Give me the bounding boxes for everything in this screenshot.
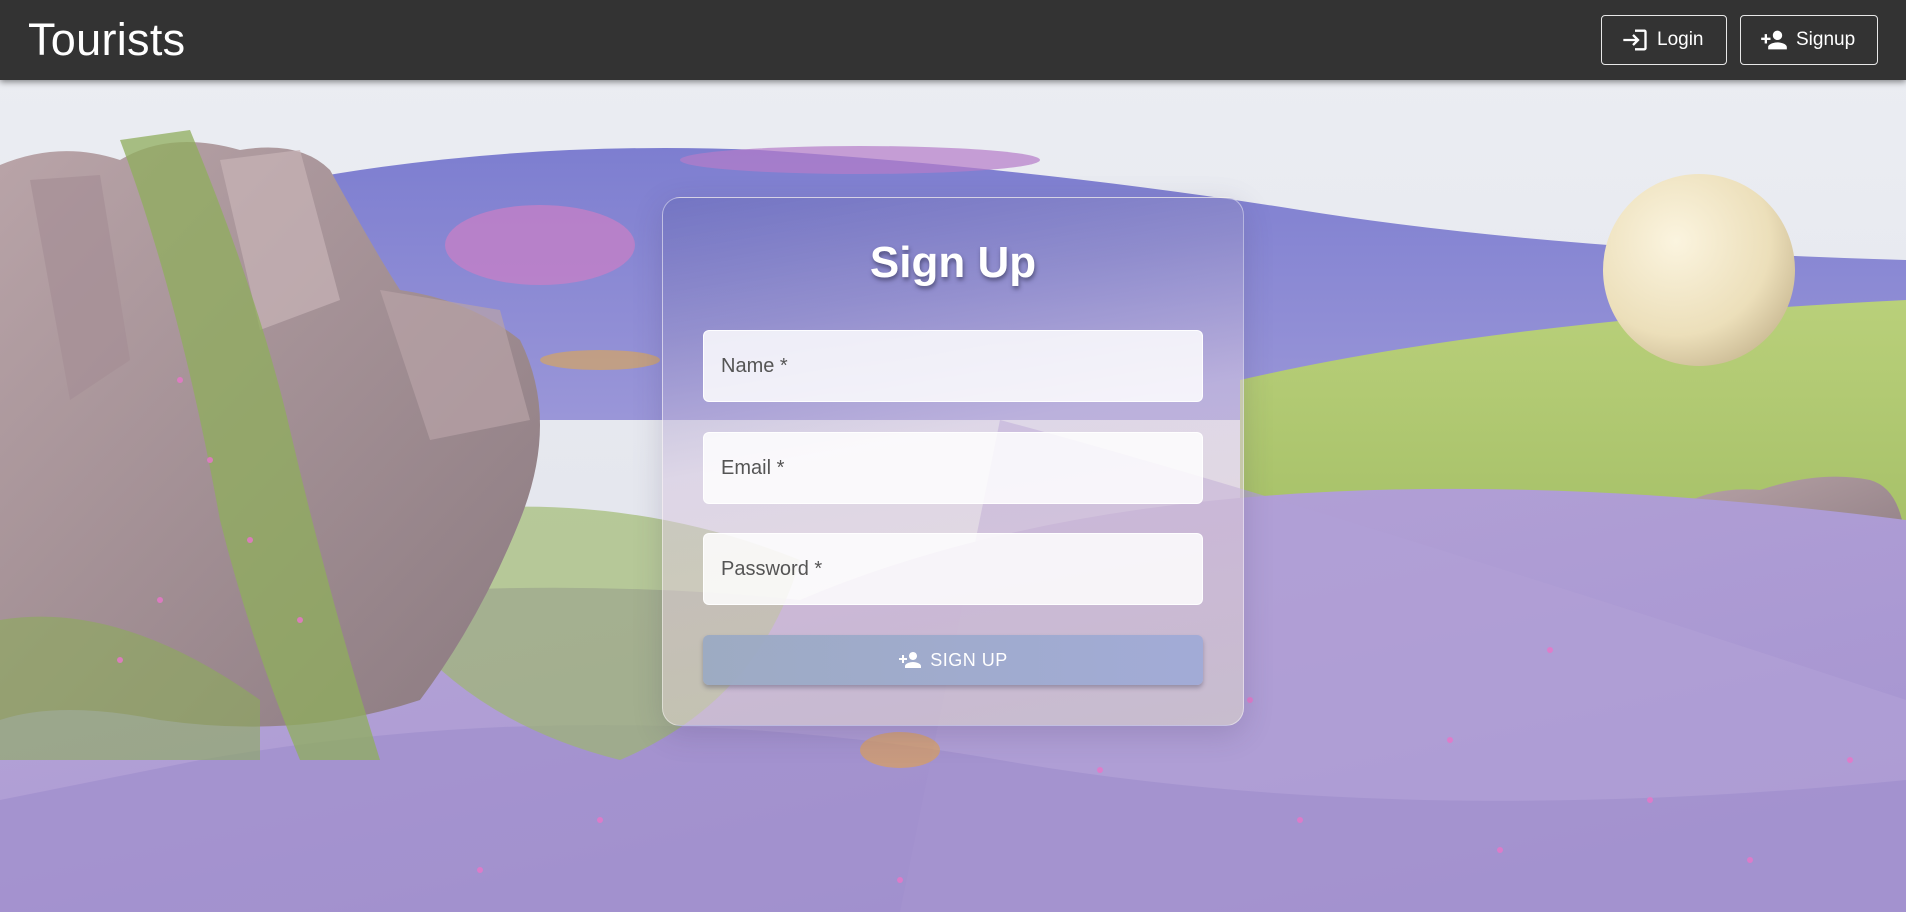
app-title: Tourists [28,14,186,65]
sign-up-submit-label: SIGN UP [930,649,1008,670]
person-add-icon [1761,30,1787,50]
signup-label: Signup [1796,29,1856,50]
email-field-label: Email * [721,456,785,479]
signup-form-card: Sign Up Name * Email * Password * SIGN U… [662,197,1244,726]
login-button[interactable]: Login [1601,15,1727,65]
person-add-icon [899,652,922,668]
name-field-label: Name * [721,354,788,377]
password-field[interactable]: Password * [703,533,1203,605]
email-field[interactable]: Email * [703,432,1203,504]
signup-button[interactable]: Signup [1740,15,1878,65]
form-title: Sign Up [869,238,1037,287]
login-label: Login [1657,29,1704,50]
login-icon [1623,29,1647,51]
password-field-label: Password * [721,557,823,580]
auth-nav: Login Signup [1601,15,1878,65]
sign-up-submit-button[interactable]: SIGN UP [703,635,1203,685]
top-app-bar: Tourists Login Signup [0,0,1906,80]
name-field[interactable]: Name * [703,330,1203,402]
